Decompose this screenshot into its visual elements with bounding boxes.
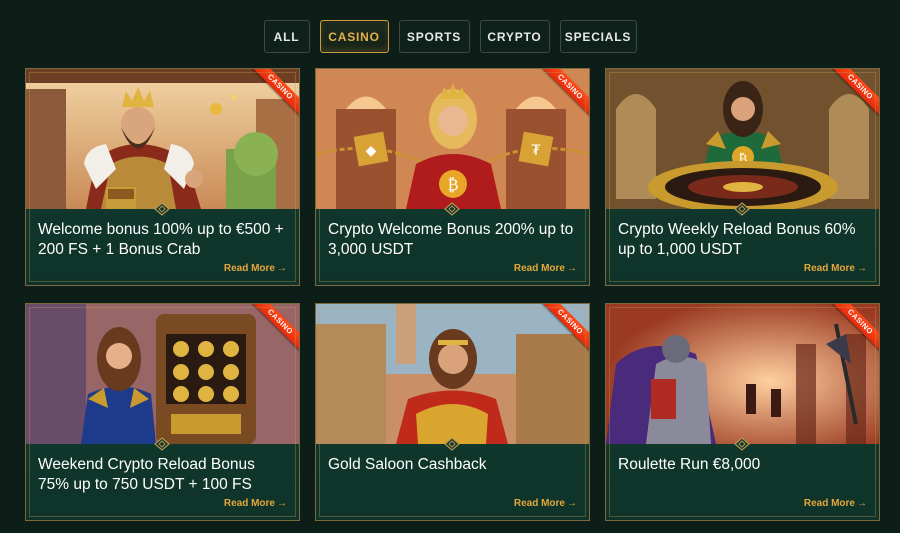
promo-card-crypto-welcome[interactable]: ₿ ◆ ₮ Crypto Welcome Bonus 200% up to 3,… [315, 68, 590, 286]
promo-title: Gold Saloon Cashback [328, 456, 487, 473]
read-more-link[interactable]: Read More → [224, 263, 287, 274]
svg-text:◆: ◆ [366, 143, 377, 159]
tab-casino[interactable]: CASINO [319, 20, 389, 53]
category-filter-tabs: ALL CASINO SPORTS CRYPTO SPECIALS [0, 20, 900, 53]
diamond-emblem-icon [734, 437, 750, 451]
diamond-emblem-icon [734, 202, 750, 216]
promotions-grid: Welcome bonus 100% up to €500 + 200 FS +… [25, 68, 880, 521]
arrow-right-icon: → [277, 263, 287, 274]
promo-title: Weekend Crypto Reload Bonus 75% up to 75… [38, 456, 255, 493]
diamond-emblem-icon [154, 202, 170, 216]
arrow-right-icon: → [567, 498, 577, 509]
promo-card-welcome-bonus[interactable]: Welcome bonus 100% up to €500 + 200 FS +… [25, 68, 300, 286]
promo-title: Roulette Run €8,000 [618, 456, 761, 473]
promo-image-knight [606, 304, 879, 444]
read-more-label: Read More [223, 498, 275, 509]
promo-card-gold-saloon[interactable]: Gold Saloon Cashback Read More → CASINO [315, 303, 590, 521]
arrow-right-icon: → [857, 263, 867, 274]
promo-title: Crypto Welcome Bonus 200% up to 3,000 US… [328, 221, 574, 258]
read-more-label: Read More [513, 263, 565, 274]
read-more-label: Read More [513, 498, 565, 509]
arrow-right-icon: → [857, 498, 867, 509]
promo-card-crypto-weekly-reload[interactable]: ₿ Crypto Weekly Reload Bonus 60% up to 1… [605, 68, 880, 286]
promo-card-roulette-run[interactable]: Roulette Run €8,000 Read More → CASINO [605, 303, 880, 521]
tab-crypto[interactable]: CRYPTO [479, 20, 550, 53]
tab-specials[interactable]: SPECIALS [559, 20, 637, 53]
read-more-link[interactable]: Read More → [224, 498, 287, 509]
read-more-link[interactable]: Read More → [804, 498, 867, 509]
promo-image-gold-warrior [316, 304, 589, 444]
promo-title: Crypto Weekly Reload Bonus 60% up to 1,0… [618, 221, 856, 258]
read-more-link[interactable]: Read More → [804, 263, 867, 274]
promo-image-crypto-queen: ₿ ◆ ₮ [316, 69, 589, 209]
svg-text:₮: ₮ [532, 143, 541, 159]
tab-sports[interactable]: SPORTS [398, 20, 470, 53]
promo-card-weekend-reload[interactable]: Weekend Crypto Reload Bonus 75% up to 75… [25, 303, 300, 521]
promo-title: Welcome bonus 100% up to €500 + 200 FS +… [38, 221, 284, 258]
read-more-label: Read More [223, 263, 275, 274]
read-more-link[interactable]: Read More → [514, 263, 577, 274]
diamond-emblem-icon [444, 437, 460, 451]
diamond-emblem-icon [444, 202, 460, 216]
promo-image-roulette-lady: ₿ [606, 69, 879, 209]
read-more-label: Read More [803, 498, 855, 509]
promo-image-king [26, 69, 299, 209]
diamond-emblem-icon [154, 437, 170, 451]
arrow-right-icon: → [567, 263, 577, 274]
tab-all[interactable]: ALL [263, 20, 310, 53]
read-more-label: Read More [803, 263, 855, 274]
promo-image-slot-machine [26, 304, 299, 444]
arrow-right-icon: → [277, 498, 287, 509]
svg-text:₿: ₿ [447, 175, 458, 194]
read-more-link[interactable]: Read More → [514, 498, 577, 509]
